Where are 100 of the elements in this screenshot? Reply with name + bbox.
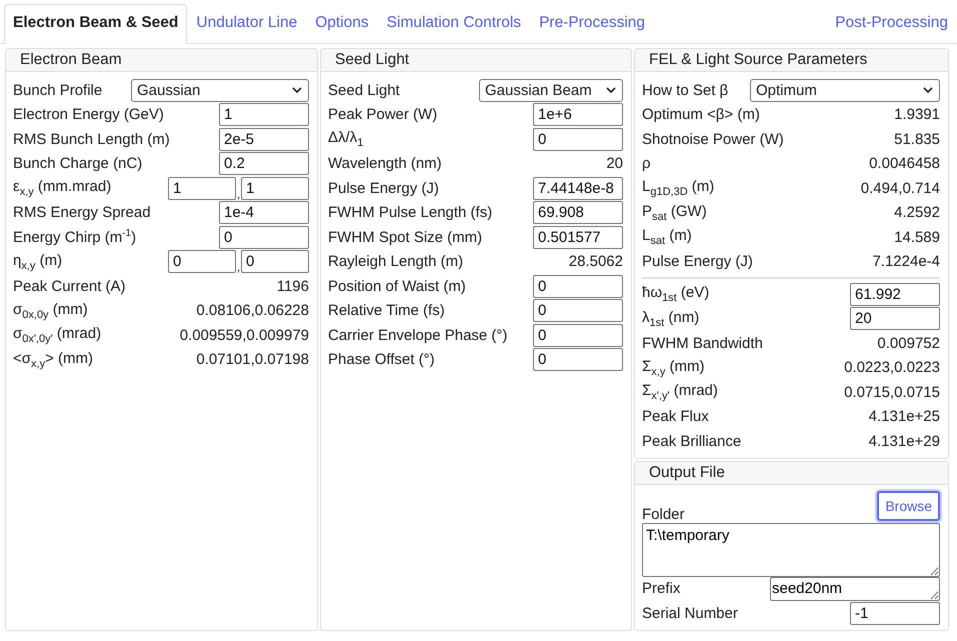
value-text: 0.009752 [877, 334, 940, 352]
tab[interactable]: Options [306, 5, 378, 43]
field-label: η$_{x,y}$ (m) [13, 252, 64, 272]
field-label: σ$_{0x,0y}$ (mm) [13, 300, 89, 321]
panel-title: Output File [635, 462, 948, 484]
input-field[interactable]: 0 [241, 250, 309, 274]
field-label: Pulse Energy (J) [642, 253, 754, 270]
field-label: Serial Number [642, 604, 739, 622]
input-field[interactable]: seed20nm [770, 576, 940, 601]
field-label: Rayleigh Length (m) [328, 253, 464, 270]
separator-text: , [236, 260, 241, 274]
field-label: Wavelength (nm) [328, 155, 443, 172]
tab[interactable]: Electron Beam & Seed [4, 4, 188, 44]
input-field[interactable]: 0 [533, 274, 623, 298]
field-label: Prefix [642, 580, 682, 598]
value-text: 0.009559,0.009979 [180, 326, 309, 344]
input-field[interactable]: 1 [241, 176, 309, 200]
field-label: Peak Brilliance [642, 432, 742, 450]
field-label: Peak Flux [642, 408, 710, 426]
value-text: 1196 [276, 278, 309, 295]
chevron-down-icon [292, 87, 302, 94]
input-field[interactable]: 1 [219, 103, 309, 126]
value-text: 4.2592 [894, 204, 940, 222]
value-text: 0.08106,0.06228 [196, 302, 309, 320]
value-text: 4.131e+29 [868, 432, 940, 450]
field-label: Carrier Envelope Phase (°) [328, 326, 508, 344]
field-label: L$_{g1D,3D}$ (m) [642, 178, 716, 198]
value-text: 51.835 [894, 130, 940, 148]
chevron-down-icon [923, 87, 933, 94]
value-text: 0.07101,0.07198 [196, 351, 309, 368]
input-field[interactable]: 61.992 [850, 282, 940, 306]
input-field[interactable]: 7.44148e-8 [533, 176, 623, 200]
input-field[interactable]: 1 [168, 176, 236, 200]
value-text: 0.0223,0.0223 [844, 359, 940, 376]
input-field[interactable]: 2e-5 [219, 128, 309, 151]
tab[interactable]: Simulation Controls [378, 5, 530, 43]
input-field[interactable]: -1 [850, 602, 940, 625]
field-label: Peak Current (A) [13, 278, 127, 295]
field-label: Shotnoise Power (W) [642, 130, 785, 148]
field-label: FWHM Pulse Length (fs) [328, 204, 494, 222]
field-label: <σ$_{x,y}$> (mm) [13, 350, 94, 370]
value-text: 20 [606, 155, 623, 172]
input-field[interactable]: 1e-4 [219, 201, 309, 224]
value-text: 0.0046458 [869, 155, 940, 172]
browse-button[interactable]: Browse [877, 490, 940, 520]
field-label: Phase Offset (°) [328, 351, 436, 368]
field-label: P$_{sat}$ (GW) [642, 202, 708, 223]
field-label: Folder [642, 506, 686, 522]
input-field[interactable]: 69.908 [533, 201, 623, 224]
field-label: FWHM Bandwidth [642, 334, 764, 352]
input-field[interactable]: 0 [533, 128, 623, 151]
field-label: σ$_{0x',0y'}$ (mrad) [13, 325, 102, 346]
field-label: ε$_{x,y}$ (mm.mrad) [13, 178, 112, 198]
panel-title: FEL & Light Source Parameters [635, 49, 948, 72]
value-text: 7.1224e-4 [872, 253, 940, 270]
input-field[interactable]: 0 [533, 348, 623, 372]
field-label: Bunch Profile [13, 82, 104, 99]
field-label: Peak Power (W) [328, 106, 438, 124]
dropdown[interactable]: Gaussian Beam [479, 78, 623, 102]
field-label: FWHM Spot Size (mm) [328, 228, 484, 246]
field-label: RMS Bunch Length (m) [13, 130, 171, 148]
input-field[interactable]: 0 [533, 299, 623, 322]
value-text: 0.494,0.714 [860, 180, 940, 197]
text-area[interactable]: T:\temporary [642, 522, 940, 576]
field-label: λ$_{1st}$ (nm) [642, 308, 700, 329]
field-label: ρ [642, 155, 652, 172]
field-label: Σ$_{x',y'}$ (mrad) [642, 382, 719, 402]
tab[interactable]: Pre-Processing [530, 5, 654, 43]
chevron-down-icon [606, 87, 616, 94]
tab[interactable]: Post-Processing [826, 5, 957, 43]
field-label: Energy Chirp (m$^{-1}$) [13, 228, 138, 246]
field-label: Seed Light [328, 82, 401, 99]
field-label: Δλ/λ$_{1}$ [328, 129, 364, 150]
value-text: 4.131e+25 [868, 408, 940, 426]
input-field[interactable]: 0 [533, 324, 623, 347]
input-field[interactable]: 0.2 [219, 152, 309, 176]
value-text: 14.589 [894, 228, 940, 246]
tab[interactable]: Undulator Line [187, 5, 306, 43]
dropdown[interactable]: Optimum [750, 78, 940, 102]
field-label: Pulse Energy (J) [328, 180, 440, 197]
field-label: Electron Energy (GeV) [13, 106, 165, 124]
panel-title: Seed Light [321, 49, 631, 72]
input-field[interactable]: 1e+6 [533, 103, 623, 126]
panel-title: Electron Beam [6, 49, 317, 72]
field-label: Bunch Charge (nC) [13, 155, 144, 172]
input-field[interactable]: 0.501577 [533, 226, 623, 249]
separator-text: , [236, 186, 241, 200]
dropdown[interactable]: Gaussian [131, 78, 309, 102]
field-label: Position of Waist (m) [328, 278, 467, 295]
field-label: Σ$_{x,y}$ (mm) [642, 358, 706, 378]
value-text: 1.9391 [894, 106, 940, 124]
value-text: 0.0715,0.0715 [844, 384, 940, 401]
input-field[interactable]: 0 [219, 226, 309, 249]
input-field[interactable]: 20 [850, 307, 940, 330]
field-label: RMS Energy Spread [13, 204, 152, 222]
field-label: Optimum <β> (m) [642, 106, 761, 124]
field-label: Relative Time (fs) [328, 302, 446, 320]
input-field[interactable]: 0 [168, 250, 236, 274]
field-label: L$_{sat}$ (m) [642, 227, 693, 248]
field-label: ħω$_{1st}$ (eV) [642, 284, 710, 304]
